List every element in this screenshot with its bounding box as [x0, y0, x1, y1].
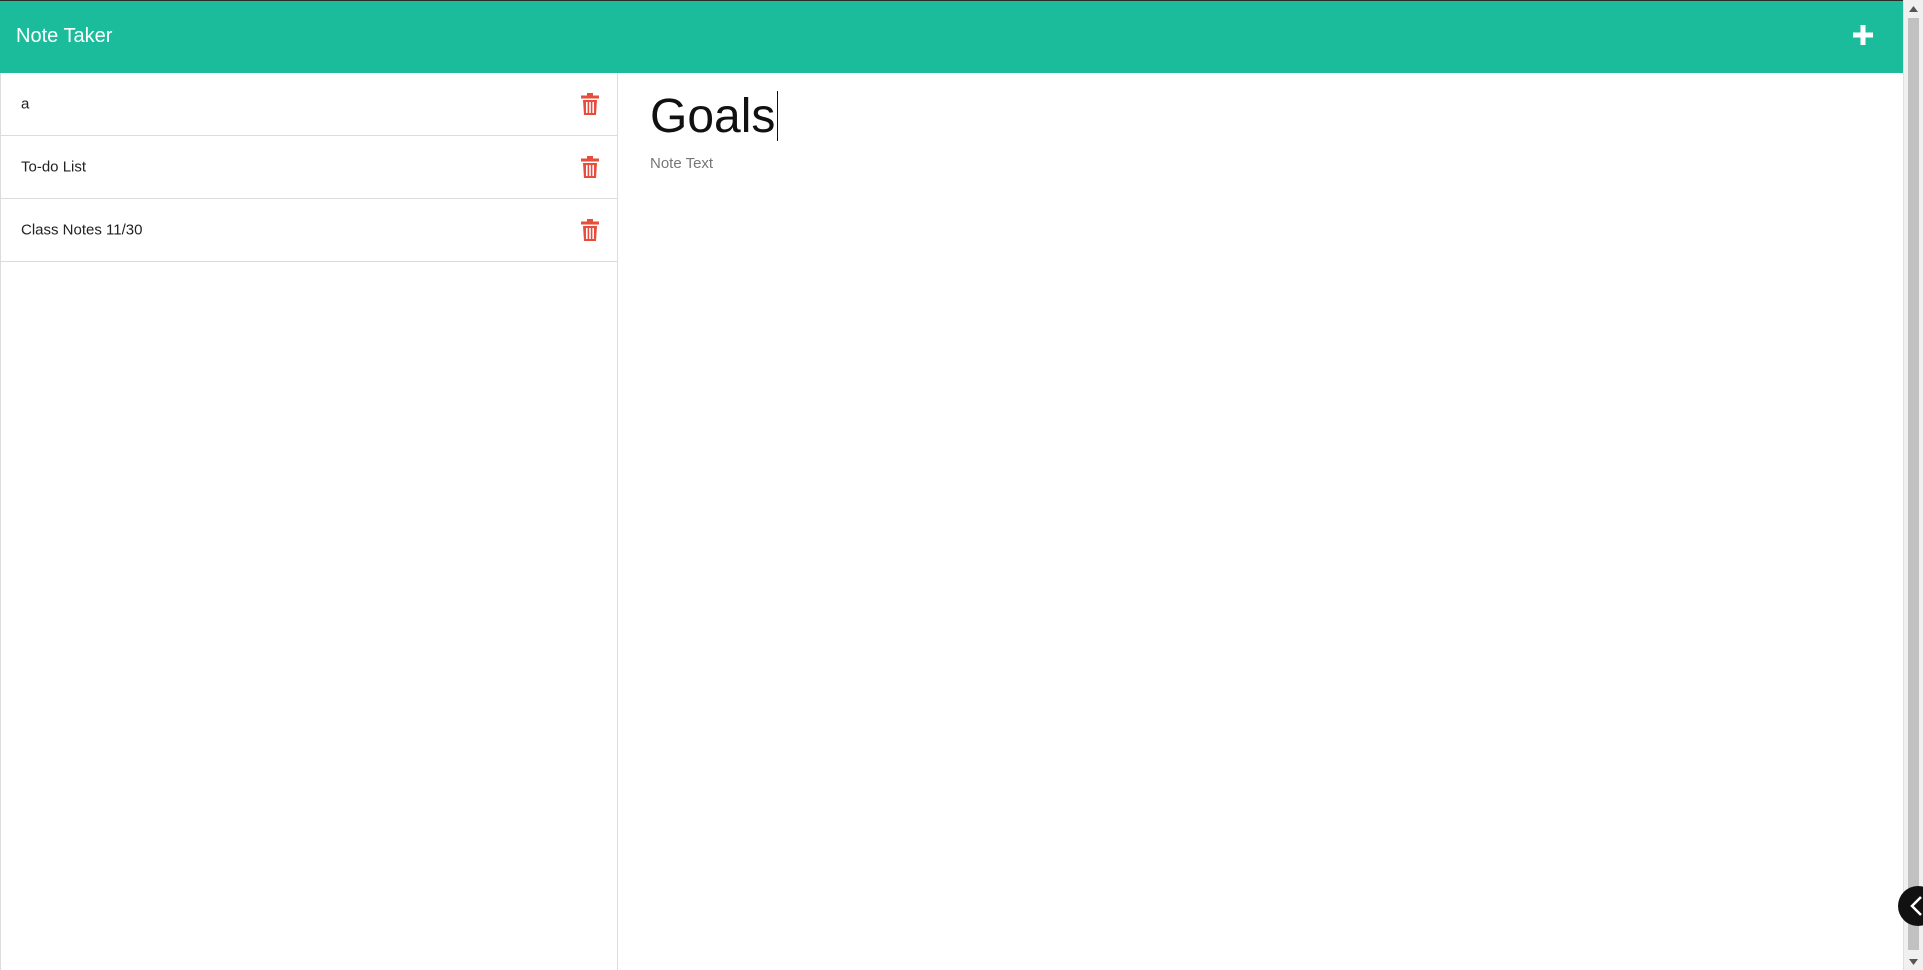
chevron-up-icon	[1909, 5, 1918, 12]
list-item[interactable]: Class Notes 11/30	[1, 199, 617, 262]
list-item[interactable]: To-do List	[1, 136, 617, 199]
chevron-down-icon	[1909, 958, 1918, 965]
note-list-item-title[interactable]: a	[21, 96, 29, 113]
scroll-thumb[interactable]	[1908, 18, 1919, 950]
note-text-area[interactable]	[650, 155, 1850, 935]
new-note-button[interactable]	[1849, 21, 1877, 49]
note-editor: Goals	[618, 73, 1903, 970]
note-title-value: Goals	[650, 89, 776, 143]
page-scrollbar[interactable]	[1903, 0, 1923, 970]
app-title[interactable]: Note Taker	[16, 25, 112, 48]
trash-icon	[581, 156, 599, 178]
trash-icon	[581, 219, 599, 241]
plus-icon	[1853, 25, 1873, 45]
note-title-input[interactable]: Goals	[650, 85, 1850, 147]
text-caret	[777, 91, 779, 141]
delete-note-button[interactable]	[581, 219, 599, 241]
list-item[interactable]: a	[1, 73, 617, 136]
chevron-left-icon	[1910, 896, 1922, 916]
note-list: a To-do List Class Notes 11/30	[0, 73, 618, 970]
scroll-down-arrow[interactable]	[1904, 953, 1923, 970]
note-list-item-title[interactable]: Class Notes 11/30	[21, 222, 142, 239]
app-window: Note Taker a To-do List Class Notes 11/3…	[0, 0, 1903, 970]
delete-note-button[interactable]	[581, 156, 599, 178]
delete-note-button[interactable]	[581, 93, 599, 115]
top-navbar: Note Taker	[0, 0, 1903, 73]
trash-icon	[581, 93, 599, 115]
note-list-item-title[interactable]: To-do List	[21, 159, 86, 176]
scroll-up-arrow[interactable]	[1904, 0, 1923, 17]
